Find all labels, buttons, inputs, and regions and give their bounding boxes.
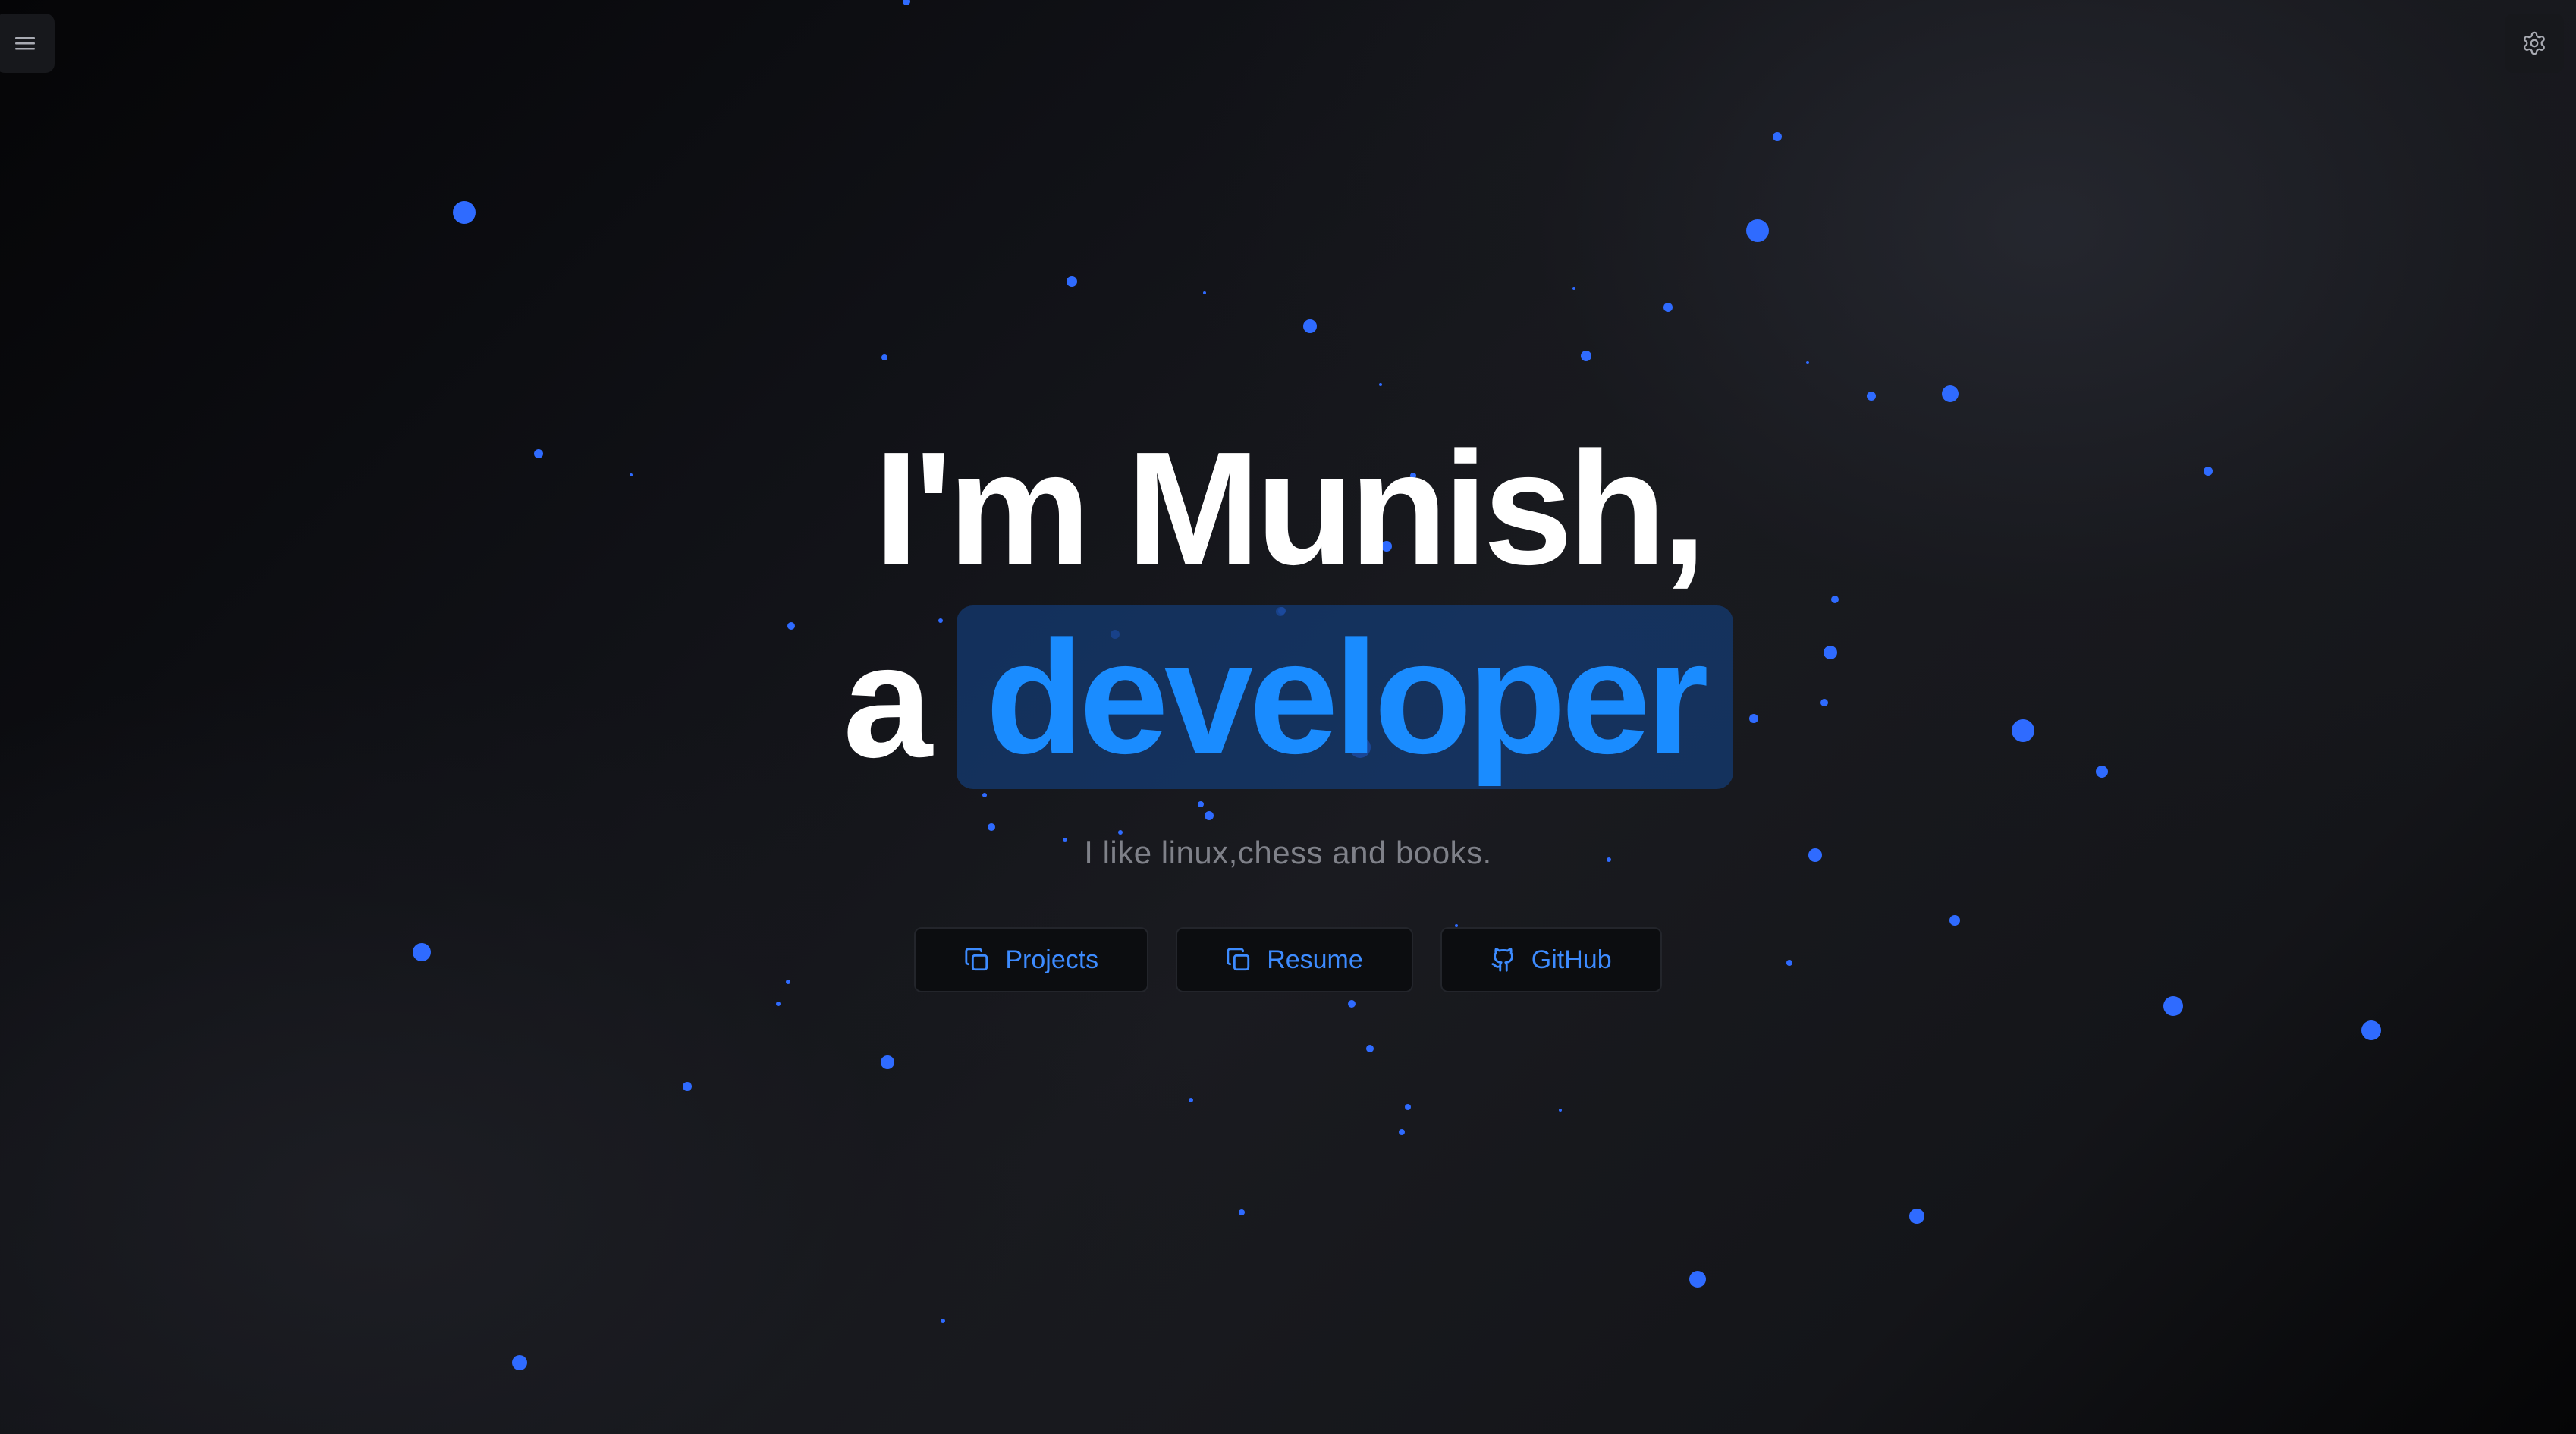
hero-prefix: a [843,611,932,791]
projects-button-label: Projects [1005,945,1099,974]
particle [1205,811,1214,820]
github-button-label: GitHub [1531,945,1612,974]
particle [1405,1104,1411,1110]
settings-button[interactable] [2505,14,2564,73]
hero-subtitle-line: a developer [0,605,2576,791]
particle [1559,1109,1562,1112]
particle [1867,392,1876,401]
tagline: I like linux,chess and books. [1084,835,1492,870]
github-icon [1491,948,1513,972]
highlight-box: developer [957,605,1733,789]
particle [683,1082,692,1091]
particle [1909,1209,1924,1224]
particle [1348,1000,1356,1008]
hero-title: I'm Munish, [874,418,1707,598]
particle [1067,276,1077,287]
particle [1399,1129,1405,1135]
resume-button[interactable]: Resume [1176,927,1413,992]
hero: I'm Munish, a developer [0,418,2576,791]
particle [1942,385,1959,402]
particle [1239,1209,1245,1215]
particle [1831,596,1839,603]
particle [1189,1098,1193,1102]
particle [1379,383,1382,386]
particle [2163,996,2183,1016]
resume-button-label: Resume [1267,945,1363,974]
particle [1203,291,1206,294]
particle [453,201,476,224]
particle [2361,1020,2381,1040]
particle [1581,351,1591,361]
particle [1949,915,1960,926]
particle [1663,303,1673,312]
particle [1366,1045,1374,1052]
action-buttons: Projects Resume GitHub [0,927,2576,992]
particle [1689,1271,1706,1288]
particle [1746,219,1769,242]
projects-button[interactable]: Projects [914,927,1149,992]
copy-icon [965,948,988,971]
particle [903,0,910,5]
hamburger-menu-icon [15,37,35,50]
particle [982,793,987,797]
particle [1773,132,1782,141]
particle [776,1002,781,1006]
hero-highlight-word: developer [985,607,1709,787]
menu-button[interactable] [0,14,55,73]
particle [881,1055,894,1069]
particle [1198,801,1204,807]
gear-icon [2524,31,2545,55]
particle [512,1355,527,1370]
particle [881,354,887,360]
particle [1303,319,1317,333]
particle [1806,361,1809,364]
page: I'm Munish, a developer I like linux,che… [0,0,2576,1434]
particle [1572,287,1575,290]
particle [988,823,995,831]
copy-icon [1227,948,1250,971]
github-button[interactable]: GitHub [1440,927,1662,992]
particle [941,1319,945,1323]
